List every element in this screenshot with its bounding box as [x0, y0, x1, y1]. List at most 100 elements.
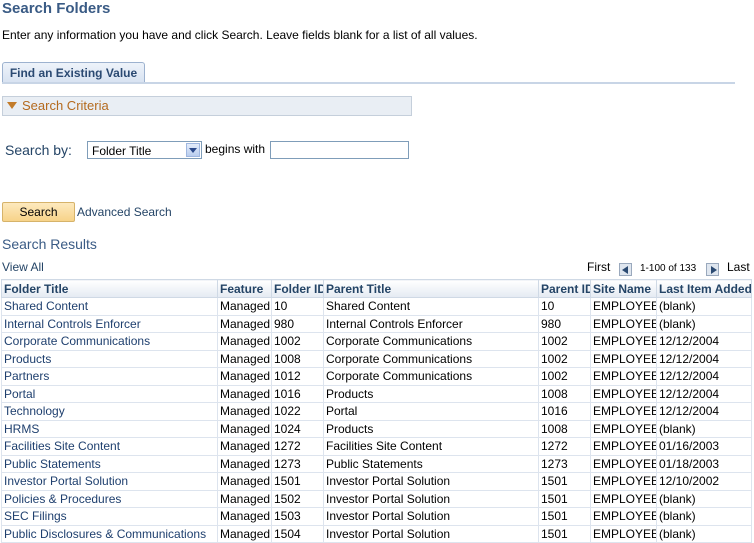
parent-title-cell[interactable]: Investor Portal Solution	[323, 507, 539, 526]
chevron-down-icon[interactable]	[186, 143, 200, 157]
site-name-cell[interactable]: EMPLOYEE	[590, 472, 657, 491]
parent-title-cell[interactable]: Public Statements	[323, 454, 539, 473]
folder-title-link[interactable]: Products	[1, 349, 218, 368]
column-header-folder-id[interactable]: Folder ID	[271, 279, 324, 298]
column-header-folder-title[interactable]: Folder Title	[1, 279, 218, 298]
column-header-last-item-added[interactable]: Last Item Added	[656, 279, 752, 298]
table-row[interactable]: Partners Managed 1012 Corporate Communic…	[1, 367, 752, 386]
folder-title-link[interactable]: Facilities Site Content	[1, 437, 218, 456]
folder-title-link[interactable]: SEC Filings	[1, 507, 218, 526]
parent-id-cell[interactable]: 1272	[538, 437, 591, 456]
folder-id-cell[interactable]: 1503	[271, 507, 324, 526]
last-item-added-cell[interactable]: 12/12/2004	[656, 367, 752, 386]
folder-id-cell[interactable]: 980	[271, 314, 324, 333]
parent-title-cell[interactable]: Investor Portal Solution	[323, 472, 539, 491]
parent-id-cell[interactable]: 1501	[538, 507, 591, 526]
folder-title-link[interactable]: Corporate Communications	[1, 332, 218, 351]
last-item-added-cell[interactable]: (blank)	[656, 314, 752, 333]
table-row[interactable]: Products Managed 1008 Corporate Communic…	[1, 349, 752, 368]
arrow-left-icon[interactable]	[619, 263, 632, 276]
feature-cell[interactable]: Managed	[217, 314, 272, 333]
feature-cell[interactable]: Managed	[217, 332, 272, 351]
site-name-cell[interactable]: EMPLOYEE	[590, 402, 657, 421]
feature-cell[interactable]: Managed	[217, 419, 272, 438]
folder-title-link[interactable]: HRMS	[1, 419, 218, 438]
search-value-input[interactable]	[270, 141, 409, 159]
parent-title-cell[interactable]: Investor Portal Solution	[323, 489, 539, 508]
site-name-cell[interactable]: EMPLOYEE	[590, 384, 657, 403]
folder-title-link[interactable]: Public Disclosures & Communications	[1, 524, 218, 543]
feature-cell[interactable]: Managed	[217, 367, 272, 386]
tab-find-existing-value[interactable]: Find an Existing Value	[2, 62, 145, 83]
site-name-cell[interactable]: EMPLOYEE	[590, 297, 657, 316]
parent-id-cell[interactable]: 1501	[538, 472, 591, 491]
last-item-added-cell[interactable]: 01/16/2003	[656, 437, 752, 456]
folder-id-cell[interactable]: 1008	[271, 349, 324, 368]
table-row[interactable]: Public Statements Managed 1273 Public St…	[1, 454, 752, 473]
folder-id-cell[interactable]: 1002	[271, 332, 324, 351]
parent-id-cell[interactable]: 10	[538, 297, 591, 316]
parent-id-cell[interactable]: 1002	[538, 349, 591, 368]
parent-id-cell[interactable]: 1008	[538, 384, 591, 403]
last-item-added-cell[interactable]: 12/12/2004	[656, 332, 752, 351]
nav-last-link[interactable]: Last	[727, 260, 750, 274]
folder-id-cell[interactable]: 1272	[271, 437, 324, 456]
feature-cell[interactable]: Managed	[217, 472, 272, 491]
last-item-added-cell[interactable]: 12/12/2004	[656, 402, 752, 421]
parent-title-cell[interactable]: Investor Portal Solution	[323, 524, 539, 543]
last-item-added-cell[interactable]: (blank)	[656, 297, 752, 316]
feature-cell[interactable]: Managed	[217, 524, 272, 543]
folder-title-link[interactable]: Technology	[1, 402, 218, 421]
folder-id-cell[interactable]: 1502	[271, 489, 324, 508]
last-item-added-cell[interactable]: 12/12/2004	[656, 384, 752, 403]
parent-title-cell[interactable]: Shared Content	[323, 297, 539, 316]
table-row[interactable]: Internal Controls Enforcer Managed 980 I…	[1, 314, 752, 333]
parent-title-cell[interactable]: Facilities Site Content	[323, 437, 539, 456]
feature-cell[interactable]: Managed	[217, 402, 272, 421]
feature-cell[interactable]: Managed	[217, 384, 272, 403]
parent-id-cell[interactable]: 1016	[538, 402, 591, 421]
table-row[interactable]: Technology Managed 1022 Portal 1016 EMPL…	[1, 402, 752, 421]
last-item-added-cell[interactable]: (blank)	[656, 524, 752, 543]
column-header-site-name[interactable]: Site Name	[590, 279, 657, 298]
folder-id-cell[interactable]: 1501	[271, 472, 324, 491]
site-name-cell[interactable]: EMPLOYEE	[590, 332, 657, 351]
site-name-cell[interactable]: EMPLOYEE	[590, 454, 657, 473]
last-item-added-cell[interactable]: 01/18/2003	[656, 454, 752, 473]
parent-title-cell[interactable]: Products	[323, 419, 539, 438]
last-item-added-cell[interactable]: (blank)	[656, 507, 752, 526]
arrow-right-icon[interactable]	[706, 263, 719, 276]
parent-title-cell[interactable]: Products	[323, 384, 539, 403]
folder-id-cell[interactable]: 1024	[271, 419, 324, 438]
column-header-feature[interactable]: Feature	[217, 279, 272, 298]
parent-title-cell[interactable]: Corporate Communications	[323, 332, 539, 351]
parent-id-cell[interactable]: 1002	[538, 367, 591, 386]
table-row[interactable]: Corporate Communications Managed 1002 Co…	[1, 332, 752, 351]
parent-id-cell[interactable]: 1501	[538, 489, 591, 508]
parent-title-cell[interactable]: Portal	[323, 402, 539, 421]
site-name-cell[interactable]: EMPLOYEE	[590, 367, 657, 386]
parent-title-cell[interactable]: Corporate Communications	[323, 367, 539, 386]
search-button[interactable]: Search	[2, 202, 75, 222]
feature-cell[interactable]: Managed	[217, 437, 272, 456]
advanced-search-link[interactable]: Advanced Search	[77, 205, 172, 219]
folder-id-cell[interactable]: 1504	[271, 524, 324, 543]
last-item-added-cell[interactable]: (blank)	[656, 419, 752, 438]
parent-id-cell[interactable]: 1008	[538, 419, 591, 438]
last-item-added-cell[interactable]: 12/12/2004	[656, 349, 752, 368]
column-header-parent-title[interactable]: Parent Title	[323, 279, 539, 298]
parent-id-cell[interactable]: 1002	[538, 332, 591, 351]
feature-cell[interactable]: Managed	[217, 507, 272, 526]
folder-title-link[interactable]: Shared Content	[1, 297, 218, 316]
feature-cell[interactable]: Managed	[217, 349, 272, 368]
site-name-cell[interactable]: EMPLOYEE	[590, 437, 657, 456]
parent-title-cell[interactable]: Internal Controls Enforcer	[323, 314, 539, 333]
folder-title-link[interactable]: Policies & Procedures	[1, 489, 218, 508]
table-row[interactable]: Portal Managed 1016 Products 1008 EMPLOY…	[1, 384, 752, 403]
view-all-link[interactable]: View All	[2, 260, 44, 274]
parent-id-cell[interactable]: 1501	[538, 524, 591, 543]
table-row[interactable]: Public Disclosures & Communications Mana…	[1, 524, 752, 543]
folder-title-link[interactable]: Portal	[1, 384, 218, 403]
folder-id-cell[interactable]: 1022	[271, 402, 324, 421]
parent-id-cell[interactable]: 980	[538, 314, 591, 333]
